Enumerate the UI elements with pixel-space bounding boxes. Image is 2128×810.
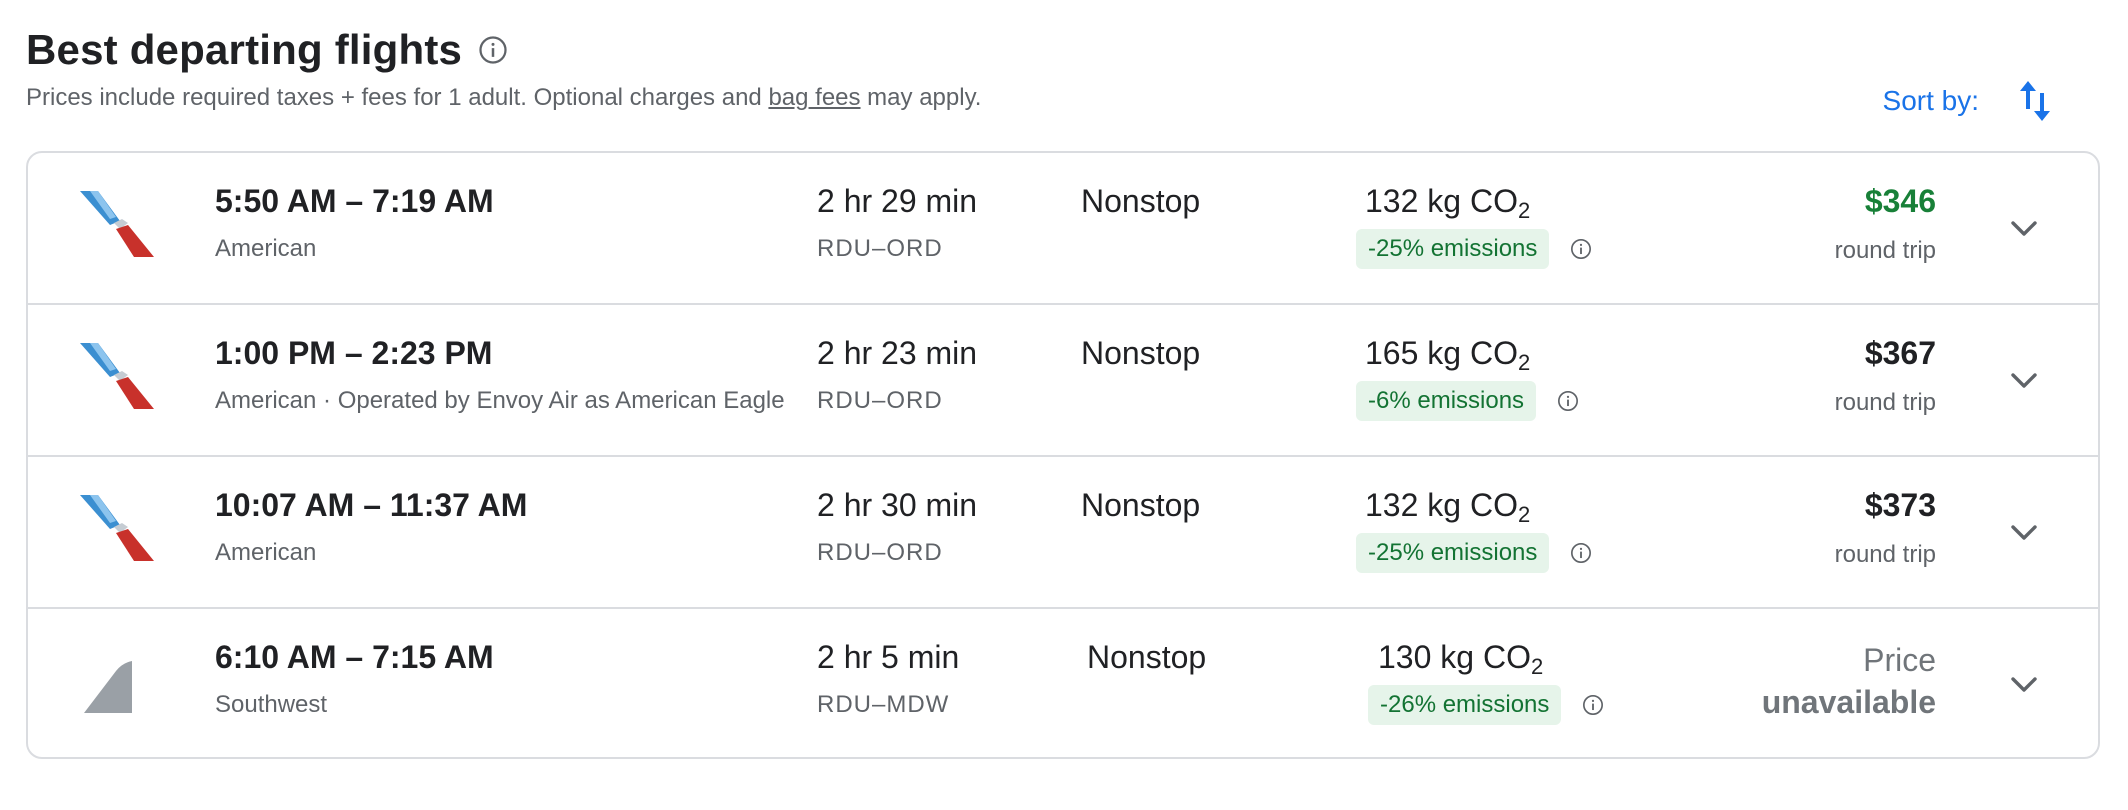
price: $346 xyxy=(1864,183,1936,219)
title-row: Best departing flights xyxy=(26,22,2102,78)
info-icon[interactable] xyxy=(1556,389,1580,413)
disclaimer-text: Prices include required taxes + fees for… xyxy=(26,84,769,111)
flight-route: RDU–ORD xyxy=(817,235,943,262)
flight-duration: 2 hr 29 min xyxy=(817,183,978,219)
flight-stops: Nonstop xyxy=(1087,639,1207,675)
flight-route: RDU–MDW xyxy=(817,691,950,718)
airline-name: American xyxy=(215,539,317,566)
flight-times: 1:00 PM – 2:23 PM xyxy=(215,335,493,371)
co2-value: 132 kg CO xyxy=(1365,183,1518,219)
bag-fees-link[interactable]: bag fees xyxy=(768,84,860,111)
results-header: Best departing flights Prices include re… xyxy=(26,22,2102,122)
flight-list: 5:50 AM – 7:19 AM American 2 hr 29 min R… xyxy=(26,151,2100,759)
flight-row[interactable]: 5:50 AM – 7:19 AM American 2 hr 29 min R… xyxy=(28,153,2098,305)
american-airlines-logo xyxy=(76,489,156,569)
price-type: round trip xyxy=(1834,237,1936,264)
flights-results-page: Best departing flights Prices include re… xyxy=(0,0,2128,810)
emissions-badge: -25% emissions xyxy=(1356,533,1550,573)
emissions-badge: -6% emissions xyxy=(1356,381,1537,421)
expand-chevron-down-icon[interactable] xyxy=(2000,509,2048,557)
co2-amount: 130 kg CO2 xyxy=(1378,639,1543,680)
flight-duration: 2 hr 30 min xyxy=(817,487,978,523)
american-airlines-logo xyxy=(76,185,156,265)
emissions-badge: -25% emissions xyxy=(1356,229,1550,269)
flight-row[interactable]: 1:00 PM – 2:23 PM American · Operated by… xyxy=(28,305,2098,457)
sort-control: Sort by: xyxy=(1883,76,2057,126)
emissions-badge: -26% emissions xyxy=(1368,685,1562,725)
disclaimer-text-end: may apply. xyxy=(860,84,982,111)
expand-chevron-down-icon[interactable] xyxy=(2000,661,2048,709)
flight-duration: 2 hr 5 min xyxy=(817,639,960,675)
info-icon[interactable] xyxy=(476,33,510,67)
flight-route: RDU–ORD xyxy=(817,387,943,414)
co2-amount: 165 kg CO2 xyxy=(1365,335,1530,376)
price-unavailable: Price unavailable xyxy=(1696,639,1936,723)
airline-name: Southwest xyxy=(215,691,328,718)
page-title: Best departing flights xyxy=(26,26,463,73)
price-type: round trip xyxy=(1834,541,1936,568)
flight-stops: Nonstop xyxy=(1081,183,1201,219)
flight-times: 5:50 AM – 7:19 AM xyxy=(215,183,494,219)
co2-amount: 132 kg CO2 xyxy=(1365,487,1530,528)
co2-subscript: 2 xyxy=(1517,502,1531,527)
flight-row[interactable]: 10:07 AM – 11:37 AM American 2 hr 30 min… xyxy=(28,457,2098,609)
sort-by-label[interactable]: Sort by: xyxy=(1883,85,1979,117)
flight-duration: 2 hr 23 min xyxy=(817,335,978,371)
co2-subscript: 2 xyxy=(1530,654,1544,679)
co2-value: 132 kg CO xyxy=(1365,487,1518,523)
flight-stops: Nonstop xyxy=(1081,335,1201,371)
emissions-info: -25% emissions xyxy=(1356,533,1593,573)
co2-value: 130 kg CO xyxy=(1378,639,1531,675)
emissions-info: -25% emissions xyxy=(1356,229,1593,269)
flight-route: RDU–ORD xyxy=(817,539,943,566)
american-airlines-logo xyxy=(76,337,156,417)
info-icon[interactable] xyxy=(1569,541,1593,565)
emissions-info: -26% emissions xyxy=(1368,685,1605,725)
price-type: round trip xyxy=(1834,389,1936,416)
info-icon[interactable] xyxy=(1581,693,1605,717)
flight-row[interactable]: 6:10 AM – 7:15 AM Southwest 2 hr 5 min R… xyxy=(28,609,2098,757)
info-icon[interactable] xyxy=(1569,237,1593,261)
flight-stops: Nonstop xyxy=(1081,487,1201,523)
southwest-logo xyxy=(76,641,156,721)
price-disclaimer: Prices include required taxes + fees for… xyxy=(26,84,981,112)
price-unavailable-line2: unavailable xyxy=(1761,684,1936,720)
flight-times: 6:10 AM – 7:15 AM xyxy=(215,639,494,675)
co2-value: 165 kg CO xyxy=(1365,335,1518,371)
airline-name: American · Operated by Envoy Air as Amer… xyxy=(215,387,785,414)
expand-chevron-down-icon[interactable] xyxy=(2000,357,2048,405)
co2-subscript: 2 xyxy=(1517,350,1531,375)
price: $373 xyxy=(1864,487,1936,523)
flight-times: 10:07 AM – 11:37 AM xyxy=(215,487,528,523)
co2-amount: 132 kg CO2 xyxy=(1365,183,1530,224)
co2-subscript: 2 xyxy=(1517,198,1531,223)
expand-chevron-down-icon[interactable] xyxy=(2000,205,2048,253)
price-unavailable-line1: Price xyxy=(1863,642,1936,678)
airline-name: American xyxy=(215,235,317,262)
price: $367 xyxy=(1864,335,1936,371)
emissions-info: -6% emissions xyxy=(1356,381,1580,421)
sort-arrows-icon[interactable] xyxy=(2013,77,2057,125)
